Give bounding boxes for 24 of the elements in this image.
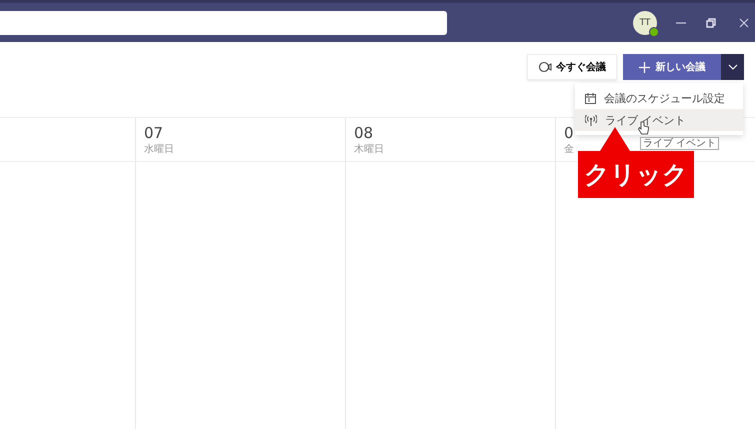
day-number: 08 [354,124,374,142]
restore-icon[interactable] [705,16,717,28]
weekday-label: 金 [564,143,574,156]
calendar-icon [585,92,596,104]
chevron-down-icon [728,64,738,70]
menu-item-label: ライブ イベント [605,112,686,128]
meet-now-button[interactable]: 今すぐ会議 [527,54,617,80]
tooltip: ライブ イベント [640,137,720,150]
callout-pointer [600,127,630,151]
video-camera-icon [538,61,552,73]
new-meeting-button[interactable]: 新しい会議 [623,54,721,80]
plus-icon [638,62,650,72]
day-number: 0 [564,124,574,142]
dropdown-button[interactable] [721,54,744,80]
day-number: 07 [144,124,164,142]
menu-item[interactable]: 会議のスケジュール設定 [575,87,743,109]
avatar[interactable]: TT [633,10,657,34]
broadcast-icon [585,114,597,126]
search-field[interactable] [0,10,447,34]
weekday-label: 木曜日 [354,142,384,156]
menu-item-label: 会議のスケジュール設定 [604,90,725,106]
close-icon[interactable] [739,18,749,28]
menu-item[interactable]: ライブ イベント [575,109,743,131]
weekday-label: 水曜日 [144,142,174,156]
